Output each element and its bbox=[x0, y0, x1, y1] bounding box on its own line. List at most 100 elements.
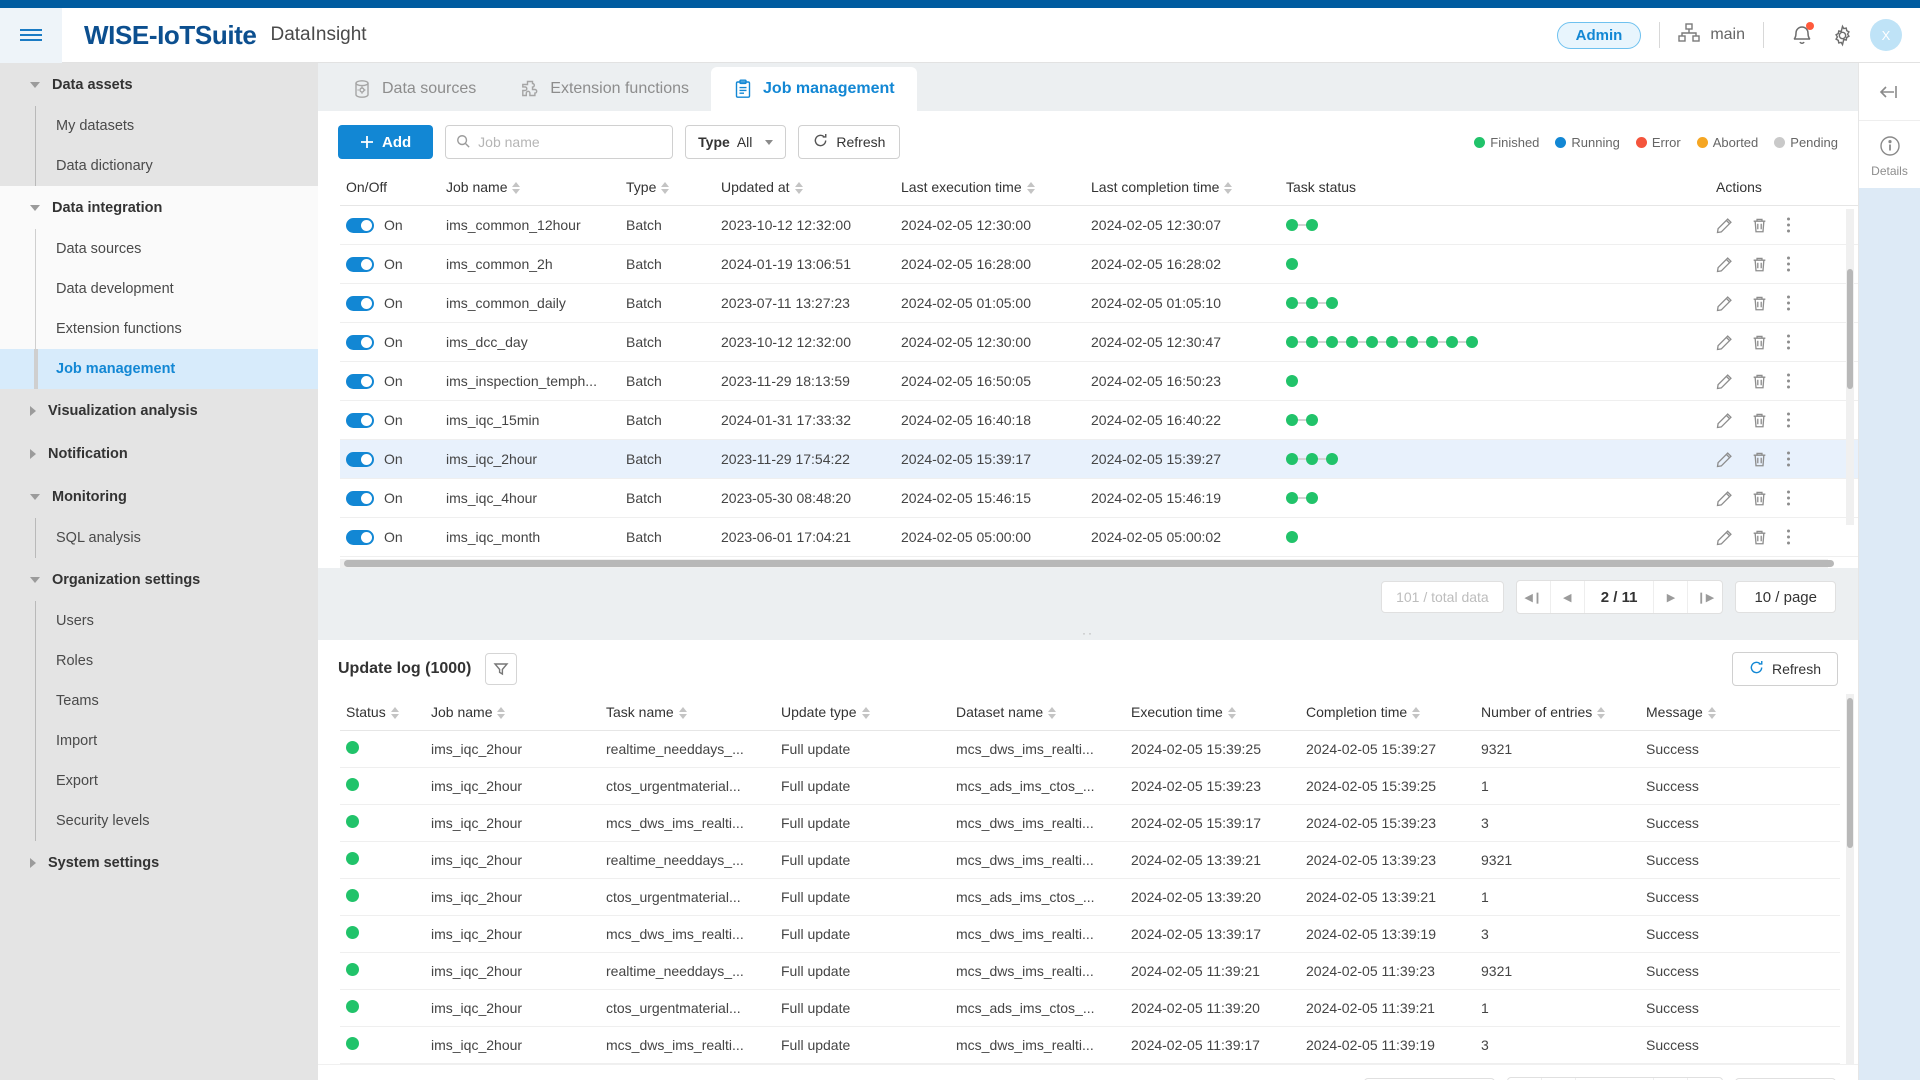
task-status-dot[interactable] bbox=[1466, 336, 1478, 348]
prev-page-icon[interactable]: ◀ bbox=[1551, 581, 1585, 613]
table-row[interactable]: ims_iqc_2hour realtime_needdays_... Full u… bbox=[340, 841, 1840, 879]
sidebar-item-security-levels[interactable]: Security levels bbox=[0, 801, 318, 841]
column-header-job-name[interactable]: Job name bbox=[425, 694, 600, 731]
sidebar-item-import[interactable]: Import bbox=[0, 721, 318, 761]
jobs-refresh-button[interactable]: Refresh bbox=[798, 125, 901, 159]
table-row[interactable]: ims_iqc_2hour ctos_urgentmaterial... Full … bbox=[340, 989, 1840, 1027]
column-header-last-execution-time[interactable]: Last execution time bbox=[895, 169, 1085, 206]
task-status-dot[interactable] bbox=[1306, 336, 1326, 348]
filter-icon[interactable] bbox=[485, 653, 518, 685]
sort-toggle-icon[interactable] bbox=[1707, 707, 1716, 720]
sort-toggle-icon[interactable] bbox=[1412, 707, 1421, 720]
more-vertical-icon[interactable] bbox=[1786, 489, 1791, 507]
details-button[interactable]: Details bbox=[1859, 121, 1920, 188]
sort-toggle-icon[interactable] bbox=[1597, 707, 1606, 720]
sidebar-group-header-monitoring[interactable]: Monitoring bbox=[0, 475, 318, 518]
more-vertical-icon[interactable] bbox=[1786, 450, 1791, 468]
trash-icon[interactable] bbox=[1751, 217, 1768, 234]
bell-icon[interactable] bbox=[1782, 15, 1822, 55]
pencil-icon[interactable] bbox=[1716, 217, 1733, 234]
pencil-icon[interactable] bbox=[1716, 451, 1733, 468]
task-status-dot[interactable] bbox=[1426, 336, 1446, 348]
task-status-dot[interactable] bbox=[1286, 219, 1306, 231]
task-status-dot[interactable] bbox=[1306, 492, 1318, 504]
add-button[interactable]: Add bbox=[338, 125, 434, 159]
table-row[interactable]: On ims_iqc_month Batch 2023-06-01 17:04:21 2… bbox=[340, 517, 1858, 557]
table-row[interactable]: ims_iqc_2hour mcs_dws_ims_realti... Full u… bbox=[340, 804, 1840, 842]
column-header-execution-time[interactable]: Execution time bbox=[1125, 694, 1300, 731]
trash-icon[interactable] bbox=[1751, 373, 1768, 390]
sidebar-item-extension-functions[interactable]: Extension functions bbox=[0, 309, 318, 349]
sidebar-group-header-data-assets[interactable]: Data assets bbox=[0, 63, 318, 106]
column-header-number-of-entries[interactable]: Number of entries bbox=[1475, 694, 1640, 731]
onoff-toggle[interactable] bbox=[346, 217, 374, 233]
jobs-page-size-select[interactable]: 10 / page bbox=[1735, 581, 1836, 613]
task-status-dot[interactable] bbox=[1286, 336, 1306, 348]
task-status-dot[interactable] bbox=[1306, 219, 1318, 231]
onoff-toggle[interactable] bbox=[346, 295, 374, 311]
trash-icon[interactable] bbox=[1751, 295, 1768, 312]
sidebar-item-teams[interactable]: Teams bbox=[0, 681, 318, 721]
more-vertical-icon[interactable] bbox=[1786, 372, 1791, 390]
onoff-toggle[interactable] bbox=[346, 334, 374, 350]
onoff-toggle[interactable] bbox=[346, 451, 374, 467]
task-status-dot[interactable] bbox=[1286, 297, 1306, 309]
onoff-toggle[interactable] bbox=[346, 529, 374, 545]
table-row[interactable]: ims_iqc_2hour mcs_dws_ims_realti... Full u… bbox=[340, 915, 1840, 953]
org-selector[interactable]: main bbox=[1678, 22, 1745, 48]
table-row[interactable]: On ims_common_12hour Batch 2023-10-12 12:32… bbox=[340, 205, 1858, 245]
pencil-icon[interactable] bbox=[1716, 373, 1733, 390]
trash-icon[interactable] bbox=[1751, 490, 1768, 507]
more-vertical-icon[interactable] bbox=[1786, 528, 1791, 546]
gear-icon[interactable] bbox=[1822, 15, 1862, 55]
table-row[interactable]: On ims_iqc_4hour Batch 2023-05-30 08:48:20 2… bbox=[340, 478, 1858, 518]
sidebar-item-data-sources[interactable]: Data sources bbox=[0, 229, 318, 269]
column-header-type[interactable]: Type bbox=[620, 169, 715, 206]
jobs-horizontal-scrollbar[interactable] bbox=[340, 559, 1834, 568]
log-vertical-scrollbar[interactable] bbox=[1846, 694, 1854, 1064]
sidebar-group-header-notification[interactable]: Notification bbox=[0, 432, 318, 475]
table-row[interactable]: On ims_common_2h Batch 2024-01-19 13:06:51 2… bbox=[340, 244, 1858, 284]
sidebar-group-header-organization-settings[interactable]: Organization settings bbox=[0, 558, 318, 601]
tab-extension-functions[interactable]: Extension functions bbox=[498, 67, 711, 111]
task-status-dot[interactable] bbox=[1286, 492, 1306, 504]
pencil-icon[interactable] bbox=[1716, 529, 1733, 546]
sort-toggle-icon[interactable] bbox=[678, 707, 687, 720]
task-status-dot[interactable] bbox=[1286, 258, 1298, 270]
column-header-completion-time[interactable]: Completion time bbox=[1300, 694, 1475, 731]
sort-toggle-icon[interactable] bbox=[1224, 182, 1233, 195]
more-vertical-icon[interactable] bbox=[1786, 411, 1791, 429]
pencil-icon[interactable] bbox=[1716, 295, 1733, 312]
trash-icon[interactable] bbox=[1751, 451, 1768, 468]
task-status-dot[interactable] bbox=[1326, 336, 1346, 348]
table-row[interactable]: ims_iqc_2hour realtime_needdays_... Full u… bbox=[340, 730, 1840, 768]
task-status-dot[interactable] bbox=[1286, 375, 1298, 387]
next-page-icon[interactable]: ▶ bbox=[1654, 581, 1689, 613]
sidebar-group-header-visualization-analysis[interactable]: Visualization analysis bbox=[0, 389, 318, 432]
sidebar-item-sql-analysis[interactable]: SQL analysis bbox=[0, 518, 318, 558]
table-row[interactable]: ims_iqc_2hour ctos_urgentmaterial... Full … bbox=[340, 767, 1840, 805]
sidebar-item-data-dictionary[interactable]: Data dictionary bbox=[0, 146, 318, 186]
task-status-dot[interactable] bbox=[1406, 336, 1426, 348]
type-filter-select[interactable]: Type All bbox=[685, 125, 787, 159]
sort-toggle-icon[interactable] bbox=[1048, 707, 1057, 720]
task-status-dot[interactable] bbox=[1286, 531, 1298, 543]
table-row[interactable]: On ims_dcc_day Batch 2023-10-12 12:32:00 202… bbox=[340, 322, 1858, 362]
column-header-dataset-name[interactable]: Dataset name bbox=[950, 694, 1125, 731]
sidebar-item-export[interactable]: Export bbox=[0, 761, 318, 801]
sort-toggle-icon[interactable] bbox=[861, 707, 870, 720]
last-page-icon[interactable]: ❙▶ bbox=[1688, 581, 1722, 613]
column-header-job-name[interactable]: Job name bbox=[440, 169, 620, 206]
more-vertical-icon[interactable] bbox=[1786, 216, 1791, 234]
table-row[interactable]: ims_iqc_2hour mcs_dws_ims_realti... Full u… bbox=[340, 1026, 1840, 1064]
sidebar-group-header-data-integration[interactable]: Data integration bbox=[0, 186, 318, 229]
column-header-status[interactable]: Status bbox=[340, 694, 425, 731]
trash-icon[interactable] bbox=[1751, 412, 1768, 429]
onoff-toggle[interactable] bbox=[346, 373, 374, 389]
column-header-updated-at[interactable]: Updated at bbox=[715, 169, 895, 206]
pencil-icon[interactable] bbox=[1716, 412, 1733, 429]
task-status-dot[interactable] bbox=[1366, 336, 1386, 348]
onoff-toggle[interactable] bbox=[346, 412, 374, 428]
pencil-icon[interactable] bbox=[1716, 256, 1733, 273]
task-status-dot[interactable] bbox=[1286, 414, 1306, 426]
